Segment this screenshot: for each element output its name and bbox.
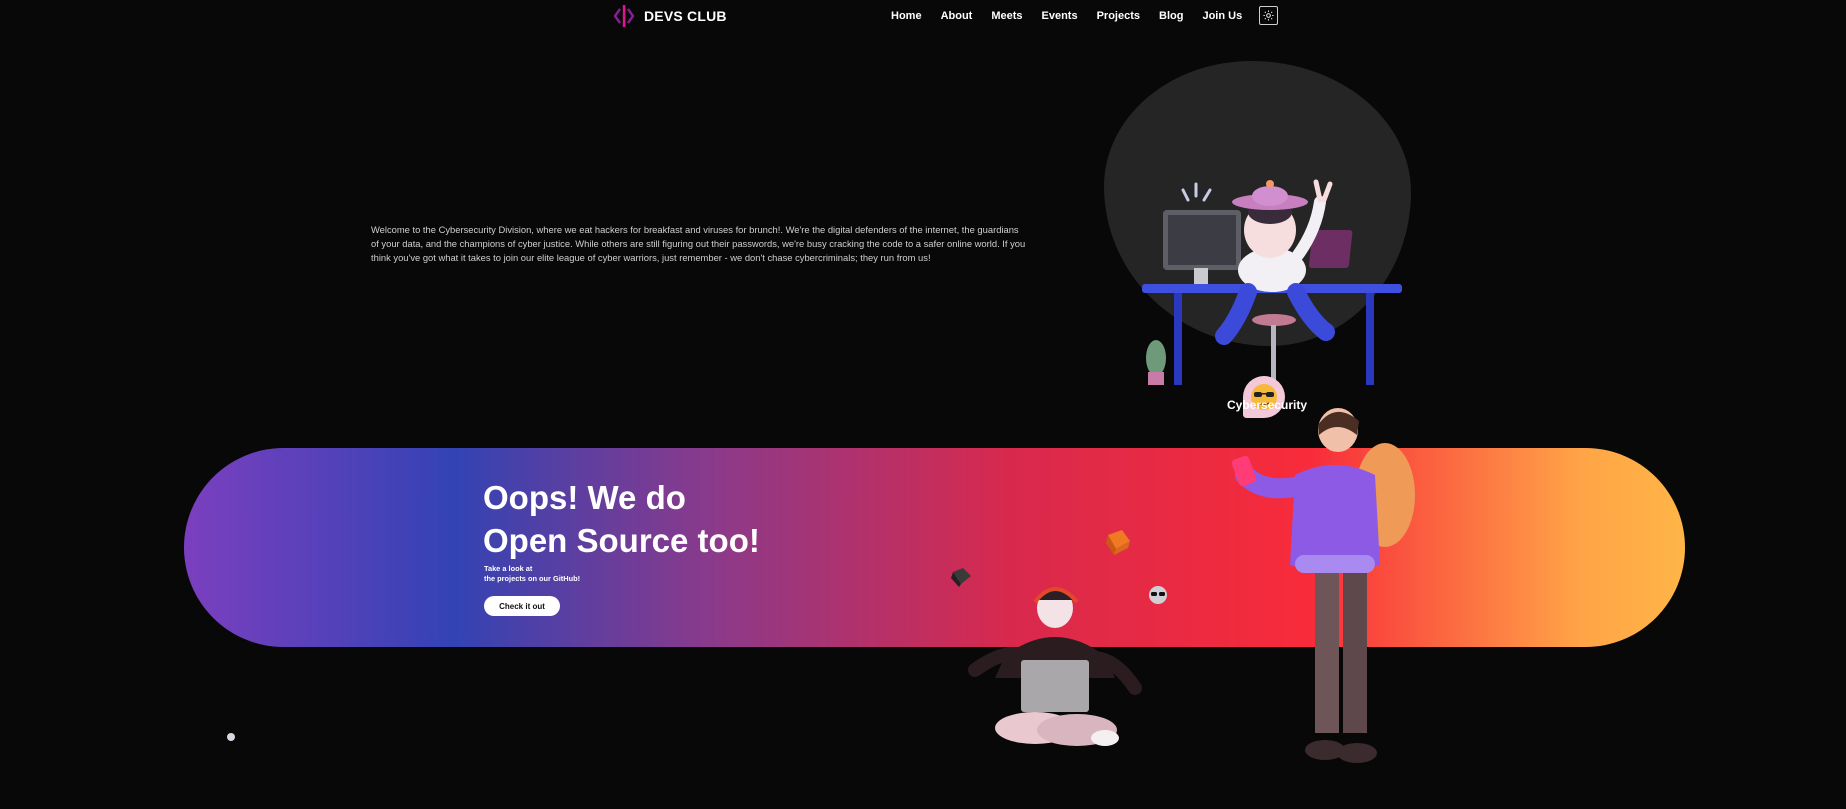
nav-events[interactable]: Events (1042, 8, 1078, 24)
sunglasses-ball-icon (1149, 586, 1167, 604)
nav-join-us[interactable]: Join Us (1202, 8, 1242, 24)
banner-subtitle-line2: the projects on our GitHub! (484, 574, 581, 583)
laptop-person-illustration (968, 587, 1142, 746)
banner-title-line1: Oops! We do (483, 479, 686, 516)
sun-icon (1263, 10, 1274, 21)
banner-title: Oops! We do Open Source too! (483, 476, 803, 562)
small-sphere-icon (227, 733, 235, 741)
nav-meets[interactable]: Meets (991, 8, 1022, 24)
banner-title-line2: Open Source too! (483, 522, 760, 559)
main-nav: Home About Meets Events Projects Blog Jo… (891, 6, 1279, 25)
brand-logo[interactable]: DEVS CLUB (612, 4, 727, 28)
theme-toggle-button[interactable] (1259, 6, 1279, 25)
nav-projects[interactable]: Projects (1097, 8, 1140, 24)
open-source-banner (184, 448, 1685, 647)
nav-about[interactable]: About (941, 8, 973, 24)
nav-blog[interactable]: Blog (1159, 8, 1183, 24)
nav-home[interactable]: Home (891, 8, 922, 24)
hacker-desk-illustration (1142, 179, 1402, 385)
standing-person-illustration (1231, 408, 1415, 763)
orange-cube-icon (1106, 530, 1130, 555)
check-it-out-button[interactable]: Check it out (484, 596, 560, 616)
banner-subtitle-line1: Take a look at (484, 564, 533, 573)
banner-subtitle: Take a look at the projects on our GitHu… (484, 564, 580, 584)
brand-name: DEVS CLUB (644, 8, 727, 24)
intro-paragraph: Welcome to the Cybersecurity Division, w… (371, 224, 1026, 263)
logo-icon (612, 4, 636, 28)
